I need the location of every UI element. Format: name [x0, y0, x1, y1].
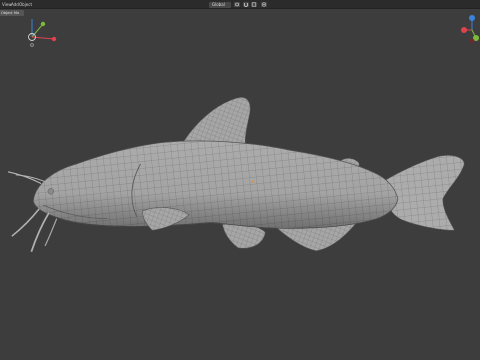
transform-orientation-dropdown[interactable]: Global [209, 1, 231, 8]
object-origin [251, 180, 254, 183]
fish-eye [47, 188, 55, 195]
proportional-editing-button[interactable] [261, 2, 267, 7]
3d-viewport[interactable] [0, 9, 480, 360]
snap-target-button[interactable] [251, 2, 257, 7]
magnet-icon [244, 3, 248, 7]
caudal-fin [385, 155, 465, 231]
snap-grid-icon [251, 2, 257, 7]
viewport-header: View Add Object Global [0, 0, 480, 9]
barbel-chin [44, 218, 58, 247]
barbel-lower-short [30, 212, 50, 253]
catfish-mesh[interactable] [0, 9, 480, 360]
snap-toggle-button[interactable] [243, 2, 249, 7]
menu-object[interactable]: Object [18, 1, 33, 8]
body-shading [33, 140, 398, 229]
pectoral-fin [142, 207, 190, 231]
transform-orientation-label: Global [212, 1, 225, 7]
barbel-upper-left [7, 171, 42, 185]
dorsal-fin [182, 97, 251, 148]
pivot-point-button[interactable] [234, 2, 240, 7]
barbel-lower-long [11, 208, 40, 237]
pivot-icon [235, 2, 239, 7]
proportional-icon [261, 2, 267, 7]
